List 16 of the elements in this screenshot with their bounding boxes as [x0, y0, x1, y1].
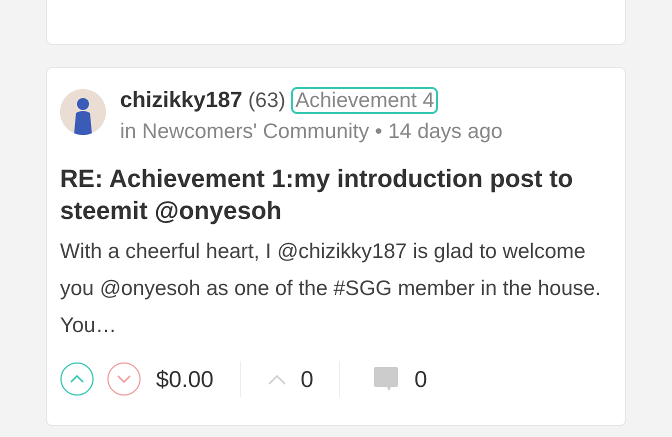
post-time: 14 days ago — [388, 120, 503, 143]
avatar[interactable] — [60, 89, 106, 135]
author-link[interactable]: chizikky187 — [120, 87, 242, 112]
community-link[interactable]: in Newcomers' Community — [120, 120, 370, 143]
reblog-caret-icon[interactable] — [266, 373, 287, 385]
reblog-count: 0 — [300, 366, 314, 392]
upvote-icon[interactable] — [60, 362, 94, 396]
payout-amount[interactable]: $0.00 — [156, 366, 214, 392]
comment-icon[interactable] — [372, 365, 400, 393]
tag-link[interactable]: Achievement 4 — [291, 87, 438, 114]
separator-dot: • — [374, 120, 382, 143]
reputation-score: (63) — [248, 89, 286, 112]
downvote-icon[interactable] — [107, 362, 141, 396]
comment-count: 0 — [414, 366, 428, 392]
post-title[interactable]: RE: Achievement 1:my introduction post to steemit @onyesoh — [60, 163, 605, 227]
post-excerpt: With a cheerful heart, I @chizikky187 is glad to welcome you @onyesoh as one of the #SGG member in the house. You… — [60, 239, 602, 339]
